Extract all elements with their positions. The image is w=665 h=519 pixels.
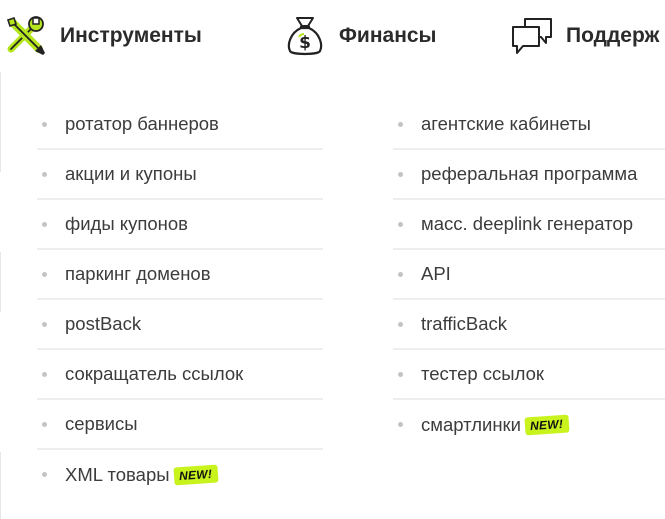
menu-item-xml-products[interactable]: XML товары NEW!	[37, 450, 323, 500]
menu-item-label: масс. deeplink генератор	[421, 213, 633, 234]
bullet-icon	[42, 272, 47, 277]
bullet-icon	[398, 222, 403, 227]
menu-item-trafficback[interactable]: trafficBack	[393, 300, 665, 350]
menu-item-label: смартлинки	[421, 414, 521, 435]
menu-item-label: ротатор баннеров	[65, 113, 219, 134]
menu-item-label: реферальная программа	[421, 163, 638, 184]
menu-item-label: trafficBack	[421, 313, 508, 334]
bullet-icon	[42, 472, 47, 477]
bullet-icon	[398, 422, 403, 427]
menu-column-left: ротатор баннеров акции и купоны фиды куп…	[37, 100, 323, 500]
menu-item-label: API	[421, 263, 451, 284]
nav-finance-label: Финансы	[339, 24, 437, 47]
left-edge-divider	[0, 252, 1, 312]
nav-finance[interactable]: $ Финансы	[281, 10, 437, 62]
bullet-icon	[42, 122, 47, 127]
bullet-icon	[42, 322, 47, 327]
menu-item-label: сервисы	[65, 413, 138, 434]
menu-item-promos-coupons[interactable]: акции и купоны	[37, 150, 323, 200]
menu-item-link-shortener[interactable]: сокращатель ссылок	[37, 350, 323, 400]
menu-item-banner-rotator[interactable]: ротатор баннеров	[37, 100, 323, 150]
bullet-icon	[42, 222, 47, 227]
menu-item-link-tester[interactable]: тестер ссылок	[393, 350, 665, 400]
left-edge-divider	[0, 452, 1, 519]
nav-tools[interactable]: Инструменты	[2, 10, 202, 62]
menu-item-domain-parking[interactable]: паркинг доменов	[37, 250, 323, 300]
bullet-icon	[398, 272, 403, 277]
new-badge: NEW!	[172, 464, 219, 486]
bullet-icon	[398, 322, 403, 327]
bullet-icon	[398, 172, 403, 177]
bullet-icon	[42, 172, 47, 177]
menu-item-coupon-feeds[interactable]: фиды купонов	[37, 200, 323, 250]
left-edge-divider	[0, 72, 1, 172]
menu-column-right: агентские кабинеты реферальная программа…	[393, 100, 665, 450]
bullet-icon	[42, 422, 47, 427]
menu-item-referral-program[interactable]: реферальная программа	[393, 150, 665, 200]
menu-item-label: тестер ссылок	[421, 363, 544, 384]
nav-support-label: Поддерж	[566, 24, 660, 47]
tools-dropdown-menu: ротатор баннеров акции и купоны фиды куп…	[0, 72, 665, 519]
tools-icon	[2, 12, 50, 60]
menu-item-label: агентские кабинеты	[421, 113, 591, 134]
menu-item-services[interactable]: сервисы	[37, 400, 323, 450]
menu-item-smartlinks[interactable]: смартлинки NEW!	[393, 400, 665, 450]
menu-item-label: postBack	[65, 313, 142, 334]
new-badge: NEW!	[524, 414, 570, 436]
menu-item-label: акции и купоны	[65, 163, 197, 184]
menu-item-deeplink-generator[interactable]: масс. deeplink генератор	[393, 200, 665, 250]
menu-item-label: фиды купонов	[65, 213, 188, 234]
bullet-icon	[42, 372, 47, 377]
bullet-icon	[398, 122, 403, 127]
menu-item-label: сокращатель ссылок	[65, 363, 244, 384]
menu-item-postback[interactable]: postBack	[37, 300, 323, 350]
menu-item-api[interactable]: API	[393, 250, 665, 300]
menu-item-agency-accounts[interactable]: агентские кабинеты	[393, 100, 665, 150]
nav-tools-label: Инструменты	[60, 24, 202, 47]
top-navigation: Инструменты $ Финансы Поддерж	[0, 0, 665, 72]
bullet-icon	[398, 372, 403, 377]
menu-item-label: XML товары	[65, 464, 170, 485]
nav-support[interactable]: Поддерж	[508, 10, 659, 62]
menu-item-label: паркинг доменов	[65, 263, 211, 284]
money-bag-icon: $	[281, 12, 329, 60]
chat-bubbles-icon	[508, 12, 556, 60]
